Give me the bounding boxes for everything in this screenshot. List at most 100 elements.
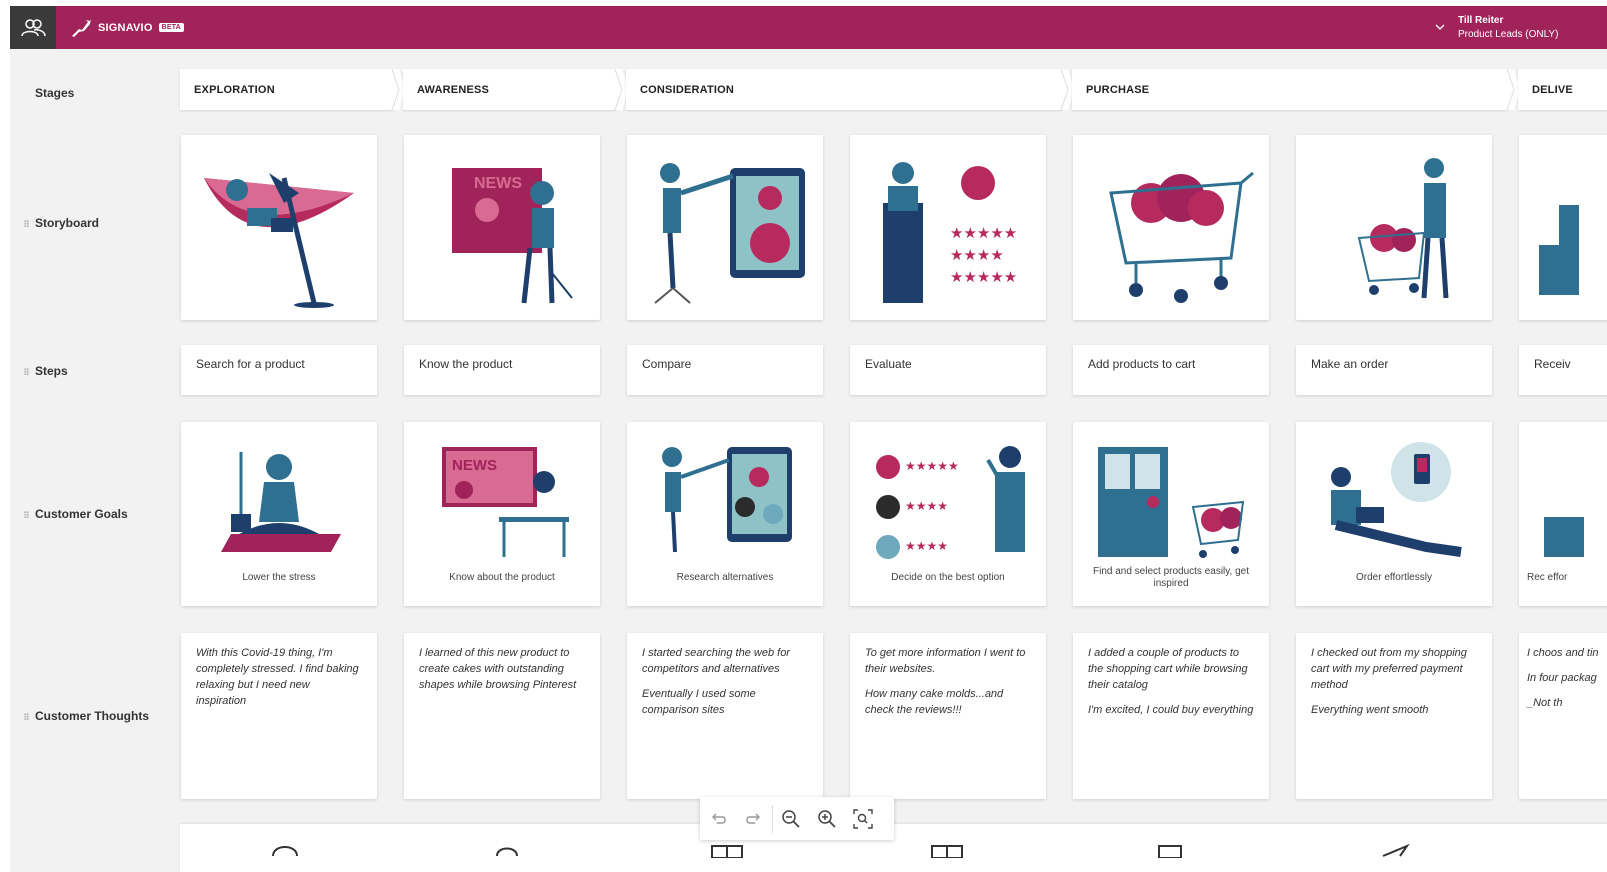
- zoom-out-button[interactable]: [773, 797, 809, 840]
- brand[interactable]: SIGNAVIO BETA: [70, 6, 184, 49]
- thought-text: How many cake molds...and check the revi…: [865, 688, 1004, 716]
- headset-icon: [496, 847, 518, 857]
- drag-handle-icon[interactable]: [24, 510, 29, 518]
- row-label-customer-thoughts[interactable]: Customer Thoughts: [24, 709, 149, 723]
- goal-card[interactable]: NEWS Know about the product: [404, 422, 600, 606]
- svg-text:★★★★: ★★★★: [905, 539, 948, 553]
- svg-text:★★★★★: ★★★★★: [950, 224, 1017, 242]
- select-products-illustration: [1098, 447, 1245, 558]
- thought-text: I checked out from my shopping cart with…: [1311, 647, 1467, 691]
- redo-button[interactable]: [736, 797, 772, 840]
- thought-text: Everything went smooth: [1311, 704, 1429, 716]
- svg-text:★★★★: ★★★★: [950, 246, 1004, 264]
- chevron-down-icon[interactable]: [1434, 20, 1446, 34]
- step-card[interactable]: Add products to cart: [1073, 345, 1269, 395]
- thought-card[interactable]: I checked out from my shopping cart with…: [1296, 633, 1492, 799]
- thought-text: I choos and tin: [1527, 647, 1599, 659]
- step-card[interactable]: Compare: [627, 345, 823, 395]
- storyboard-card[interactable]: [627, 135, 823, 320]
- thought-text: I learned of this new product to create …: [419, 647, 577, 691]
- storyboard-card[interactable]: ★★★★★ ★★★★ ★★★★★: [850, 135, 1046, 320]
- stage-awareness[interactable]: AWARENESS: [403, 69, 616, 110]
- goal-caption: Research alternatives: [676, 572, 774, 583]
- stage-exploration[interactable]: EXPLORATION: [180, 69, 393, 110]
- thought-card[interactable]: To get more information I went to their …: [850, 633, 1046, 799]
- deer-logo-icon: [72, 18, 91, 37]
- tablet-compare-illustration: [654, 162, 805, 304]
- thought-text: I added a couple of products to the shop…: [1088, 647, 1248, 691]
- thought-card[interactable]: With this Covid-19 thing, I'm completely…: [181, 633, 377, 799]
- shopping-cart-illustration: [1109, 171, 1254, 303]
- row-label-stages: Stages: [35, 86, 75, 100]
- goal-card[interactable]: Order effortlessly: [1296, 422, 1492, 606]
- journey-map-canvas: SIGNAVIO BETA Till Reiter Product Leads …: [10, 6, 1607, 872]
- thought-text: To get more information I went to their …: [865, 647, 1026, 675]
- thought-text: In four packag: [1527, 672, 1597, 684]
- newspaper-illustration: NEWS: [452, 167, 573, 303]
- step-card[interactable]: Make an order: [1296, 345, 1492, 395]
- users-icon: [21, 18, 46, 36]
- storyboard-card[interactable]: [1073, 135, 1269, 320]
- brain-icon: [272, 846, 298, 857]
- zoom-in-button[interactable]: [809, 797, 845, 840]
- row-label-steps[interactable]: Steps: [24, 364, 68, 378]
- storyboard-card[interactable]: NEWS: [404, 135, 600, 320]
- row-label-storyboard[interactable]: Storyboard: [24, 216, 99, 230]
- order-cart-illustration: [1357, 157, 1449, 298]
- stage-delivery[interactable]: DELIVE: [1518, 69, 1607, 110]
- goal-caption: Rec effor: [1527, 572, 1568, 583]
- thought-card[interactable]: I choos and tin In four packag _Not th: [1519, 633, 1607, 799]
- goal-card[interactable]: Find and select products easily, get ins…: [1073, 422, 1269, 606]
- brand-name: SIGNAVIO: [98, 21, 153, 34]
- storyboard-card[interactable]: [1519, 135, 1607, 320]
- goal-card[interactable]: Lower the stress: [181, 422, 377, 606]
- svg-text:★★★★★: ★★★★★: [950, 268, 1017, 286]
- thought-text: _Not th: [1527, 697, 1563, 709]
- svg-text:★★★★★: ★★★★★: [905, 459, 959, 473]
- goal-caption: Lower the stress: [242, 572, 316, 583]
- thought-card[interactable]: I learned of this new product to create …: [404, 633, 600, 799]
- stage-consideration[interactable]: CONSIDERATION: [626, 69, 1062, 110]
- stage-purchase[interactable]: PURCHASE: [1072, 69, 1508, 110]
- goal-caption: Decide on the best option: [891, 572, 1005, 583]
- undo-button[interactable]: [700, 797, 736, 840]
- goal-caption: Find and select products easily, get ins…: [1092, 566, 1249, 589]
- svg-text:★★★★: ★★★★: [905, 499, 948, 513]
- step-card[interactable]: Evaluate: [850, 345, 1046, 395]
- decide-illustration: ★★★★★ ★★★★ ★★★★: [876, 446, 1025, 559]
- evaluate-reviews-illustration: ★★★★★ ★★★★ ★★★★★: [883, 161, 1017, 303]
- row-label-customer-goals[interactable]: Customer Goals: [24, 507, 128, 521]
- storyboard-card[interactable]: [181, 135, 377, 320]
- zoom-toolbar: [700, 797, 894, 840]
- thought-text: I started searching the web for competit…: [642, 647, 790, 675]
- yoga-illustration: [221, 452, 341, 552]
- svg-text:NEWS: NEWS: [452, 457, 497, 474]
- step-card[interactable]: Receiv: [1519, 345, 1607, 395]
- undo-icon: [712, 813, 726, 824]
- thought-card[interactable]: I added a couple of products to the shop…: [1073, 633, 1269, 799]
- thought-text: I'm excited, I could buy everything: [1088, 704, 1254, 716]
- window-icon: [1158, 845, 1182, 858]
- storyboard-card[interactable]: [1296, 135, 1492, 320]
- user-name: Till Reiter: [1458, 15, 1504, 26]
- drag-handle-icon[interactable]: [24, 367, 29, 375]
- goal-card[interactable]: ★★★★★ ★★★★ ★★★★ Decide on the best optio…: [850, 422, 1046, 606]
- delivery-goal-illustration: [1544, 517, 1584, 557]
- layout-icon: [931, 845, 963, 858]
- layout-icon: [711, 845, 743, 858]
- zoom-out-icon: [782, 809, 800, 828]
- zoom-fit-button[interactable]: [845, 797, 881, 840]
- drag-handle-icon[interactable]: [24, 219, 29, 227]
- thought-card[interactable]: I started searching the web for competit…: [627, 633, 823, 799]
- step-card[interactable]: Search for a product: [181, 345, 377, 395]
- thought-text: Eventually I used some comparison sites: [642, 688, 756, 716]
- goal-card[interactable]: Rec effor: [1519, 422, 1607, 606]
- drag-handle-icon[interactable]: [24, 712, 29, 720]
- user-menu[interactable]: Till Reiter Product Leads (ONLY): [1458, 14, 1558, 42]
- app-switcher-button[interactable]: [10, 6, 56, 49]
- step-card[interactable]: Know the product: [404, 345, 600, 395]
- svg-text:NEWS: NEWS: [474, 175, 522, 192]
- goal-card[interactable]: Research alternatives: [627, 422, 823, 606]
- goal-caption: Order effortlessly: [1356, 572, 1432, 583]
- delivery-box-illustration: [1539, 205, 1579, 295]
